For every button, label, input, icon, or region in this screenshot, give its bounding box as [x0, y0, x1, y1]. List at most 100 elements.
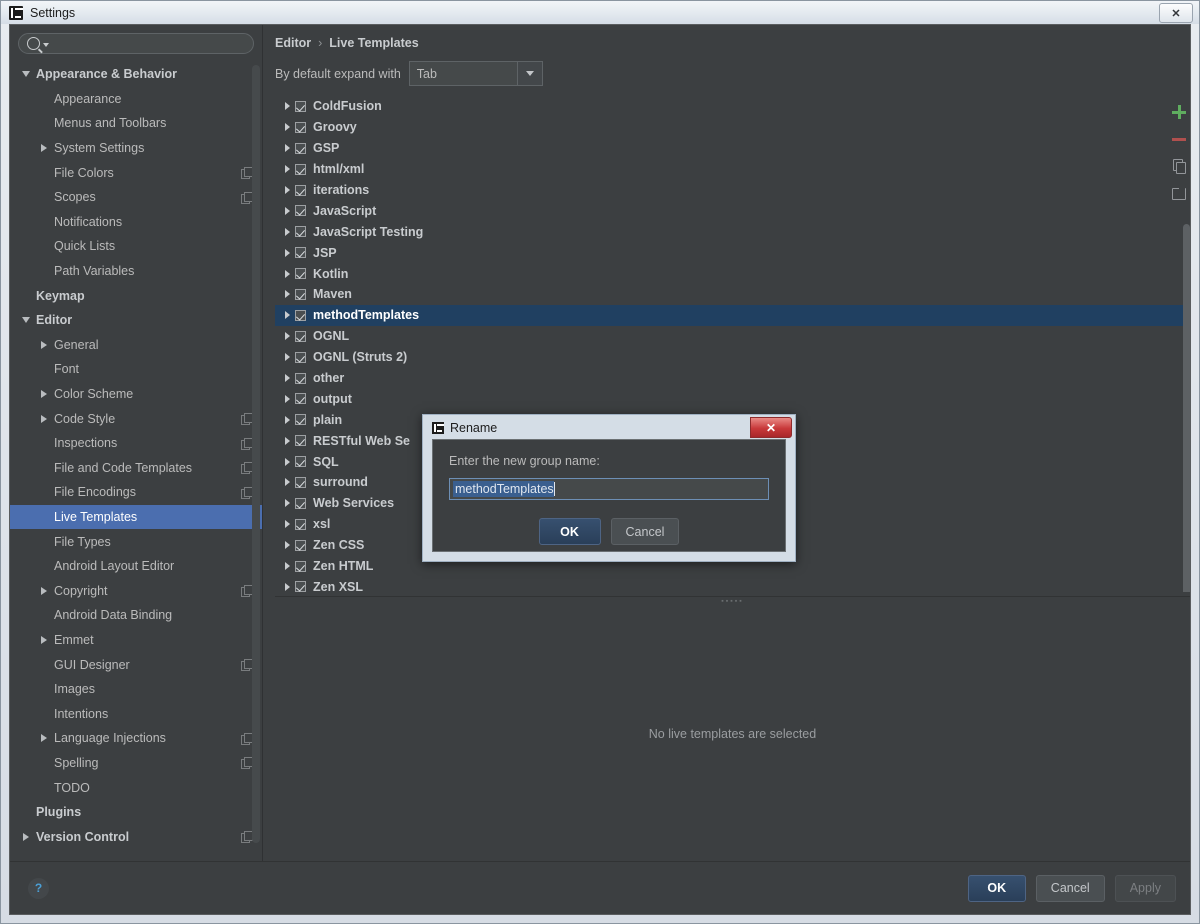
sidebar-scrollbar[interactable] [252, 65, 260, 843]
checkbox-checked-icon[interactable] [295, 331, 306, 342]
chevron-right-icon[interactable] [279, 165, 295, 173]
sidebar-item-keymap[interactable]: Keymap [10, 283, 262, 308]
sidebar-item-todo[interactable]: TODO [10, 775, 262, 800]
chevron-right-icon[interactable] [38, 341, 50, 349]
chevron-right-icon[interactable] [279, 437, 295, 445]
chevron-right-icon[interactable] [279, 249, 295, 257]
sidebar-item-inspections[interactable]: Inspections [10, 431, 262, 456]
sidebar-item-version-control[interactable]: Version Control [10, 824, 262, 849]
checkbox-checked-icon[interactable] [295, 373, 306, 384]
sidebar-item-general[interactable]: General [10, 333, 262, 358]
sidebar-item-file-and-code-templates[interactable]: File and Code Templates [10, 456, 262, 481]
checkbox-checked-icon[interactable] [295, 289, 306, 300]
checkbox-checked-icon[interactable] [295, 540, 306, 551]
checkbox-checked-icon[interactable] [295, 581, 306, 592]
sidebar-item-system-settings[interactable]: System Settings [10, 136, 262, 161]
copy-template-button[interactable] [1169, 156, 1189, 176]
template-group-row[interactable]: output [275, 388, 1190, 409]
rename-cancel-button[interactable]: Cancel [611, 518, 680, 545]
checkbox-checked-icon[interactable] [295, 519, 306, 530]
sidebar-item-appearance-behavior[interactable]: Appearance & Behavior [10, 62, 262, 87]
cancel-button[interactable]: Cancel [1036, 875, 1105, 902]
template-group-row[interactable]: JavaScript [275, 200, 1190, 221]
sidebar-item-live-templates[interactable]: Live Templates [10, 505, 262, 530]
chevron-down-icon[interactable] [20, 317, 32, 323]
chevron-right-icon[interactable] [38, 636, 50, 644]
checkbox-checked-icon[interactable] [295, 247, 306, 258]
checkbox-checked-icon[interactable] [295, 268, 306, 279]
chevron-right-icon[interactable] [279, 186, 295, 194]
chevron-right-icon[interactable] [279, 499, 295, 507]
search-input[interactable] [54, 36, 245, 52]
chevron-right-icon[interactable] [279, 290, 295, 298]
chevron-right-icon[interactable] [279, 332, 295, 340]
window-close-button[interactable]: ✕ [1159, 3, 1193, 23]
checkbox-checked-icon[interactable] [295, 101, 306, 112]
checkbox-checked-icon[interactable] [295, 561, 306, 572]
sidebar-item-intentions[interactable]: Intentions [10, 701, 262, 726]
checkbox-checked-icon[interactable] [295, 414, 306, 425]
template-group-row[interactable]: other [275, 368, 1190, 389]
sidebar-item-path-variables[interactable]: Path Variables [10, 259, 262, 284]
template-group-row[interactable]: ColdFusion [275, 96, 1190, 117]
sidebar-item-scopes[interactable]: Scopes [10, 185, 262, 210]
sidebar-item-notifications[interactable]: Notifications [10, 210, 262, 235]
remove-template-button[interactable] [1169, 129, 1189, 149]
breadcrumb-root[interactable]: Editor [275, 36, 311, 50]
sidebar-item-appearance[interactable]: Appearance [10, 87, 262, 112]
chevron-right-icon[interactable] [279, 207, 295, 215]
template-group-row[interactable]: OGNL (Struts 2) [275, 347, 1190, 368]
checkbox-checked-icon[interactable] [295, 435, 306, 446]
sidebar-item-images[interactable]: Images [10, 677, 262, 702]
dropdown-arrow-button[interactable] [517, 62, 542, 85]
chevron-right-icon[interactable] [38, 587, 50, 595]
sidebar-item-menus-and-toolbars[interactable]: Menus and Toolbars [10, 111, 262, 136]
chevron-right-icon[interactable] [38, 144, 50, 152]
sidebar-item-code-style[interactable]: Code Style [10, 406, 262, 431]
sidebar-item-quick-lists[interactable]: Quick Lists [10, 234, 262, 259]
checkbox-checked-icon[interactable] [295, 498, 306, 509]
sidebar-item-android-layout-editor[interactable]: Android Layout Editor [10, 554, 262, 579]
chevron-right-icon[interactable] [38, 415, 50, 423]
panel-splitter[interactable]: ▪▪▪▪▪ [275, 596, 1190, 606]
template-group-row[interactable]: Kotlin [275, 263, 1190, 284]
sidebar-item-emmet[interactable]: Emmet [10, 628, 262, 653]
checkbox-checked-icon[interactable] [295, 122, 306, 133]
sidebar-item-gui-designer[interactable]: GUI Designer [10, 652, 262, 677]
chevron-right-icon[interactable] [279, 562, 295, 570]
checkbox-checked-icon[interactable] [295, 310, 306, 321]
template-list-scrollbar[interactable] [1183, 224, 1190, 592]
duplicate-template-button[interactable] [1169, 183, 1189, 203]
template-group-row[interactable]: OGNL [275, 326, 1190, 347]
sidebar-item-plugins[interactable]: Plugins [10, 800, 262, 825]
settings-search-box[interactable] [18, 33, 254, 54]
chevron-right-icon[interactable] [279, 228, 295, 236]
chevron-right-icon[interactable] [38, 390, 50, 398]
checkbox-checked-icon[interactable] [295, 352, 306, 363]
checkbox-checked-icon[interactable] [295, 456, 306, 467]
chevron-right-icon[interactable] [279, 541, 295, 549]
chevron-right-icon[interactable] [20, 833, 32, 841]
sidebar-item-spelling[interactable]: Spelling [10, 751, 262, 776]
sidebar-item-file-encodings[interactable]: File Encodings [10, 480, 262, 505]
template-group-row[interactable]: JavaScript Testing [275, 221, 1190, 242]
sidebar-item-android-data-binding[interactable]: Android Data Binding [10, 603, 262, 628]
template-group-row[interactable]: Zen XSL [275, 576, 1190, 592]
chevron-right-icon[interactable] [279, 353, 295, 361]
sidebar-item-font[interactable]: Font [10, 357, 262, 382]
chevron-right-icon[interactable] [279, 583, 295, 591]
rename-input-field[interactable]: methodTemplates [449, 478, 769, 500]
ok-button[interactable]: OK [968, 875, 1026, 902]
rename-dialog-close-button[interactable]: ✕ [750, 417, 792, 438]
template-group-row[interactable]: Groovy [275, 117, 1190, 138]
settings-tree[interactable]: Appearance & BehaviorAppearanceMenus and… [10, 60, 262, 861]
checkbox-checked-icon[interactable] [295, 185, 306, 196]
chevron-right-icon[interactable] [279, 102, 295, 110]
sidebar-item-file-colors[interactable]: File Colors [10, 160, 262, 185]
chevron-right-icon[interactable] [279, 520, 295, 528]
checkbox-checked-icon[interactable] [295, 143, 306, 154]
chevron-right-icon[interactable] [279, 374, 295, 382]
template-group-row[interactable]: methodTemplates [275, 305, 1190, 326]
sidebar-item-copyright[interactable]: Copyright [10, 578, 262, 603]
sidebar-item-file-types[interactable]: File Types [10, 529, 262, 554]
